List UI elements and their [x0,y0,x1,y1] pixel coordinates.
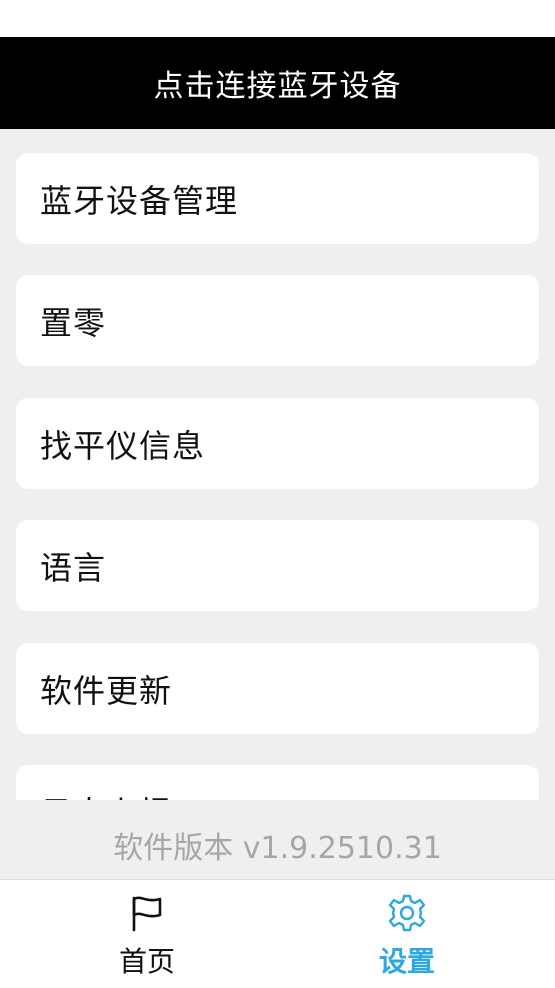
header-title: 点击连接蓝牙设备 [153,69,402,104]
menu-item-label: 语言 [40,548,107,587]
bottom-tab-bar: 首页 设置 [0,879,555,988]
menu-item-label: 软件更新 [40,671,173,710]
tab-home-label: 首页 [118,945,175,978]
gear-icon [388,894,426,932]
settings-menu-list[interactable]: 蓝牙设备管理 置零 找平仪信息 语言 软件更新 日志上报 [0,129,555,800]
tab-home[interactable]: 首页 [47,880,247,988]
menu-item-zero[interactable]: 置零 [16,275,539,366]
tab-settings-label: 设置 [378,945,435,978]
menu-item-log-report[interactable]: 日志上报 [16,765,539,800]
menu-item-leveler-info[interactable]: 找平仪信息 [16,398,539,489]
menu-item-label: 日志上报 [40,788,172,801]
menu-item-language[interactable]: 语言 [16,520,539,611]
flag-icon [132,896,162,932]
tab-settings[interactable]: 设置 [307,880,507,988]
status-bar [0,0,555,37]
menu-item-bluetooth-device-management[interactable]: 蓝牙设备管理 [16,153,539,244]
connect-bluetooth-header[interactable]: 点击连接蓝牙设备 [0,37,555,129]
software-version-text: 软件版本 v1.9.2510.31 [113,831,442,866]
menu-item-software-update[interactable]: 软件更新 [16,643,539,734]
menu-item-label: 置零 [40,303,107,342]
menu-item-label: 找平仪信息 [40,426,206,465]
menu-item-label: 蓝牙设备管理 [40,181,239,220]
